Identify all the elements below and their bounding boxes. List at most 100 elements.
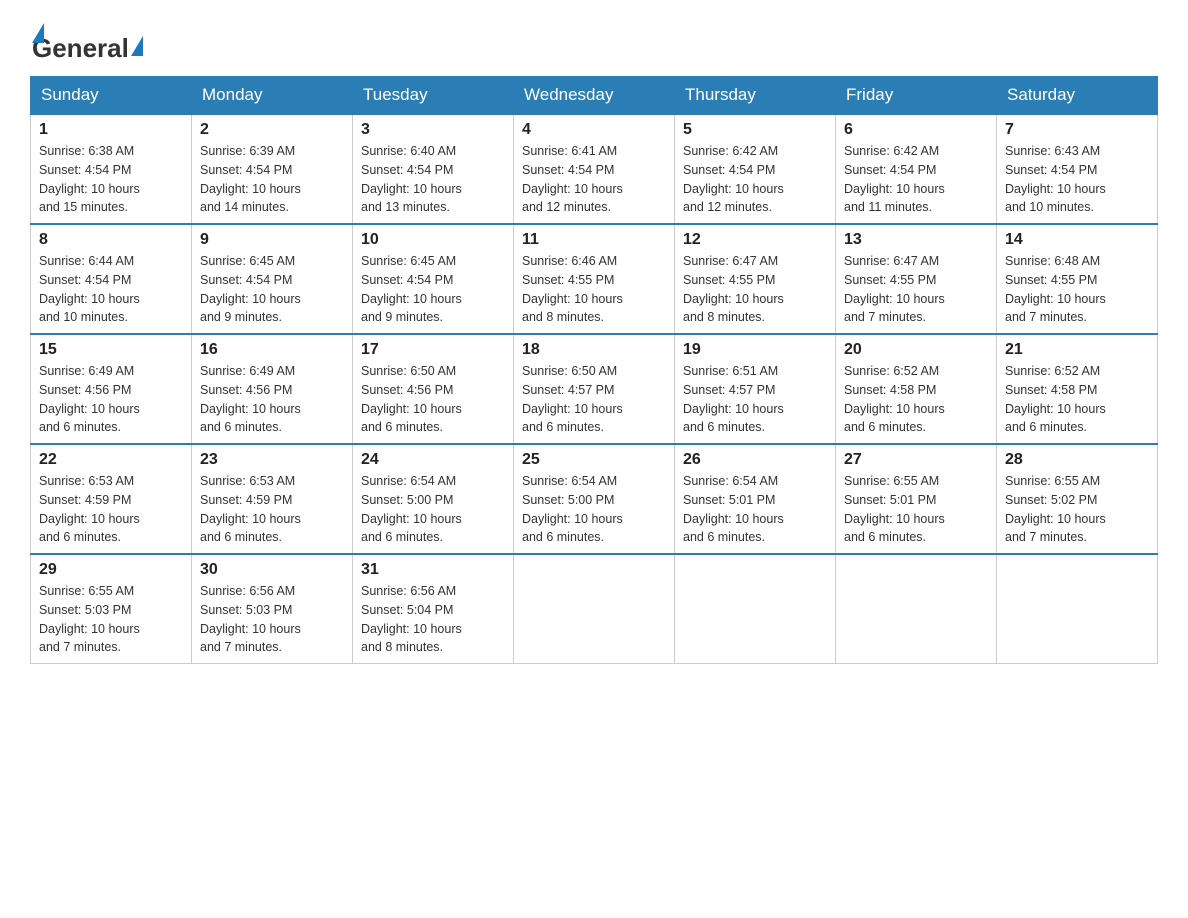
day-info: Sunrise: 6:53 AMSunset: 4:59 PMDaylight:… bbox=[200, 474, 301, 544]
day-info: Sunrise: 6:44 AMSunset: 4:54 PMDaylight:… bbox=[39, 254, 140, 324]
calendar-cell: 1 Sunrise: 6:38 AMSunset: 4:54 PMDayligh… bbox=[31, 114, 192, 224]
day-info: Sunrise: 6:39 AMSunset: 4:54 PMDaylight:… bbox=[200, 144, 301, 214]
day-info: Sunrise: 6:52 AMSunset: 4:58 PMDaylight:… bbox=[1005, 364, 1106, 434]
logo: General bbox=[30, 20, 145, 58]
day-info: Sunrise: 6:38 AMSunset: 4:54 PMDaylight:… bbox=[39, 144, 140, 214]
day-info: Sunrise: 6:55 AMSunset: 5:03 PMDaylight:… bbox=[39, 584, 140, 654]
calendar-cell: 23 Sunrise: 6:53 AMSunset: 4:59 PMDaylig… bbox=[192, 444, 353, 554]
day-info: Sunrise: 6:51 AMSunset: 4:57 PMDaylight:… bbox=[683, 364, 784, 434]
calendar-cell: 11 Sunrise: 6:46 AMSunset: 4:55 PMDaylig… bbox=[514, 224, 675, 334]
calendar-cell: 19 Sunrise: 6:51 AMSunset: 4:57 PMDaylig… bbox=[675, 334, 836, 444]
calendar-header-row: SundayMondayTuesdayWednesdayThursdayFrid… bbox=[31, 77, 1158, 115]
calendar-cell: 15 Sunrise: 6:49 AMSunset: 4:56 PMDaylig… bbox=[31, 334, 192, 444]
day-info: Sunrise: 6:48 AMSunset: 4:55 PMDaylight:… bbox=[1005, 254, 1106, 324]
day-number: 12 bbox=[683, 231, 827, 249]
day-number: 11 bbox=[522, 231, 666, 249]
calendar-cell: 12 Sunrise: 6:47 AMSunset: 4:55 PMDaylig… bbox=[675, 224, 836, 334]
day-info: Sunrise: 6:46 AMSunset: 4:55 PMDaylight:… bbox=[522, 254, 623, 324]
day-number: 21 bbox=[1005, 341, 1149, 359]
day-number: 23 bbox=[200, 451, 344, 469]
day-of-week-header: Monday bbox=[192, 77, 353, 115]
day-number: 19 bbox=[683, 341, 827, 359]
calendar-cell: 31 Sunrise: 6:56 AMSunset: 5:04 PMDaylig… bbox=[353, 554, 514, 664]
calendar-cell bbox=[997, 554, 1158, 664]
week-row: 29 Sunrise: 6:55 AMSunset: 5:03 PMDaylig… bbox=[31, 554, 1158, 664]
day-info: Sunrise: 6:42 AMSunset: 4:54 PMDaylight:… bbox=[844, 144, 945, 214]
day-number: 18 bbox=[522, 341, 666, 359]
day-info: Sunrise: 6:49 AMSunset: 4:56 PMDaylight:… bbox=[200, 364, 301, 434]
day-of-week-header: Tuesday bbox=[353, 77, 514, 115]
day-number: 30 bbox=[200, 561, 344, 579]
day-info: Sunrise: 6:54 AMSunset: 5:00 PMDaylight:… bbox=[522, 474, 623, 544]
day-number: 16 bbox=[200, 341, 344, 359]
day-info: Sunrise: 6:55 AMSunset: 5:02 PMDaylight:… bbox=[1005, 474, 1106, 544]
calendar-cell: 3 Sunrise: 6:40 AMSunset: 4:54 PMDayligh… bbox=[353, 114, 514, 224]
day-number: 24 bbox=[361, 451, 505, 469]
day-number: 25 bbox=[522, 451, 666, 469]
calendar-cell: 25 Sunrise: 6:54 AMSunset: 5:00 PMDaylig… bbox=[514, 444, 675, 554]
calendar-cell: 16 Sunrise: 6:49 AMSunset: 4:56 PMDaylig… bbox=[192, 334, 353, 444]
calendar-cell: 13 Sunrise: 6:47 AMSunset: 4:55 PMDaylig… bbox=[836, 224, 997, 334]
day-number: 5 bbox=[683, 121, 827, 139]
calendar-cell: 21 Sunrise: 6:52 AMSunset: 4:58 PMDaylig… bbox=[997, 334, 1158, 444]
logo-general-bottom: General bbox=[32, 33, 129, 64]
day-info: Sunrise: 6:56 AMSunset: 5:04 PMDaylight:… bbox=[361, 584, 462, 654]
day-info: Sunrise: 6:50 AMSunset: 4:57 PMDaylight:… bbox=[522, 364, 623, 434]
day-info: Sunrise: 6:56 AMSunset: 5:03 PMDaylight:… bbox=[200, 584, 301, 654]
calendar-cell: 18 Sunrise: 6:50 AMSunset: 4:57 PMDaylig… bbox=[514, 334, 675, 444]
day-number: 14 bbox=[1005, 231, 1149, 249]
day-info: Sunrise: 6:45 AMSunset: 4:54 PMDaylight:… bbox=[200, 254, 301, 324]
day-number: 13 bbox=[844, 231, 988, 249]
day-number: 17 bbox=[361, 341, 505, 359]
calendar-cell: 2 Sunrise: 6:39 AMSunset: 4:54 PMDayligh… bbox=[192, 114, 353, 224]
day-number: 10 bbox=[361, 231, 505, 249]
day-info: Sunrise: 6:47 AMSunset: 4:55 PMDaylight:… bbox=[844, 254, 945, 324]
calendar-cell: 26 Sunrise: 6:54 AMSunset: 5:01 PMDaylig… bbox=[675, 444, 836, 554]
week-row: 15 Sunrise: 6:49 AMSunset: 4:56 PMDaylig… bbox=[31, 334, 1158, 444]
logo-triangle-icon2 bbox=[131, 36, 143, 56]
day-of-week-header: Wednesday bbox=[514, 77, 675, 115]
calendar-cell: 17 Sunrise: 6:50 AMSunset: 4:56 PMDaylig… bbox=[353, 334, 514, 444]
calendar-cell bbox=[675, 554, 836, 664]
day-info: Sunrise: 6:52 AMSunset: 4:58 PMDaylight:… bbox=[844, 364, 945, 434]
calendar-cell: 5 Sunrise: 6:42 AMSunset: 4:54 PMDayligh… bbox=[675, 114, 836, 224]
calendar-cell: 29 Sunrise: 6:55 AMSunset: 5:03 PMDaylig… bbox=[31, 554, 192, 664]
day-number: 3 bbox=[361, 121, 505, 139]
day-info: Sunrise: 6:53 AMSunset: 4:59 PMDaylight:… bbox=[39, 474, 140, 544]
calendar-cell: 8 Sunrise: 6:44 AMSunset: 4:54 PMDayligh… bbox=[31, 224, 192, 334]
day-number: 31 bbox=[361, 561, 505, 579]
calendar-cell: 9 Sunrise: 6:45 AMSunset: 4:54 PMDayligh… bbox=[192, 224, 353, 334]
day-of-week-header: Friday bbox=[836, 77, 997, 115]
day-number: 26 bbox=[683, 451, 827, 469]
week-row: 1 Sunrise: 6:38 AMSunset: 4:54 PMDayligh… bbox=[31, 114, 1158, 224]
day-info: Sunrise: 6:50 AMSunset: 4:56 PMDaylight:… bbox=[361, 364, 462, 434]
day-info: Sunrise: 6:42 AMSunset: 4:54 PMDaylight:… bbox=[683, 144, 784, 214]
day-number: 4 bbox=[522, 121, 666, 139]
day-number: 28 bbox=[1005, 451, 1149, 469]
calendar-cell: 7 Sunrise: 6:43 AMSunset: 4:54 PMDayligh… bbox=[997, 114, 1158, 224]
day-info: Sunrise: 6:55 AMSunset: 5:01 PMDaylight:… bbox=[844, 474, 945, 544]
calendar-cell: 22 Sunrise: 6:53 AMSunset: 4:59 PMDaylig… bbox=[31, 444, 192, 554]
day-number: 1 bbox=[39, 121, 183, 139]
calendar-cell: 4 Sunrise: 6:41 AMSunset: 4:54 PMDayligh… bbox=[514, 114, 675, 224]
day-number: 8 bbox=[39, 231, 183, 249]
day-of-week-header: Saturday bbox=[997, 77, 1158, 115]
header: General bbox=[30, 20, 1158, 58]
day-info: Sunrise: 6:49 AMSunset: 4:56 PMDaylight:… bbox=[39, 364, 140, 434]
day-number: 15 bbox=[39, 341, 183, 359]
calendar-cell: 6 Sunrise: 6:42 AMSunset: 4:54 PMDayligh… bbox=[836, 114, 997, 224]
calendar-cell bbox=[836, 554, 997, 664]
calendar-cell: 20 Sunrise: 6:52 AMSunset: 4:58 PMDaylig… bbox=[836, 334, 997, 444]
week-row: 8 Sunrise: 6:44 AMSunset: 4:54 PMDayligh… bbox=[31, 224, 1158, 334]
calendar-cell bbox=[514, 554, 675, 664]
day-number: 20 bbox=[844, 341, 988, 359]
day-info: Sunrise: 6:54 AMSunset: 5:00 PMDaylight:… bbox=[361, 474, 462, 544]
calendar-cell: 30 Sunrise: 6:56 AMSunset: 5:03 PMDaylig… bbox=[192, 554, 353, 664]
day-info: Sunrise: 6:41 AMSunset: 4:54 PMDaylight:… bbox=[522, 144, 623, 214]
calendar-cell: 27 Sunrise: 6:55 AMSunset: 5:01 PMDaylig… bbox=[836, 444, 997, 554]
day-number: 22 bbox=[39, 451, 183, 469]
calendar-table: SundayMondayTuesdayWednesdayThursdayFrid… bbox=[30, 76, 1158, 664]
day-info: Sunrise: 6:47 AMSunset: 4:55 PMDaylight:… bbox=[683, 254, 784, 324]
day-number: 7 bbox=[1005, 121, 1149, 139]
day-info: Sunrise: 6:54 AMSunset: 5:01 PMDaylight:… bbox=[683, 474, 784, 544]
